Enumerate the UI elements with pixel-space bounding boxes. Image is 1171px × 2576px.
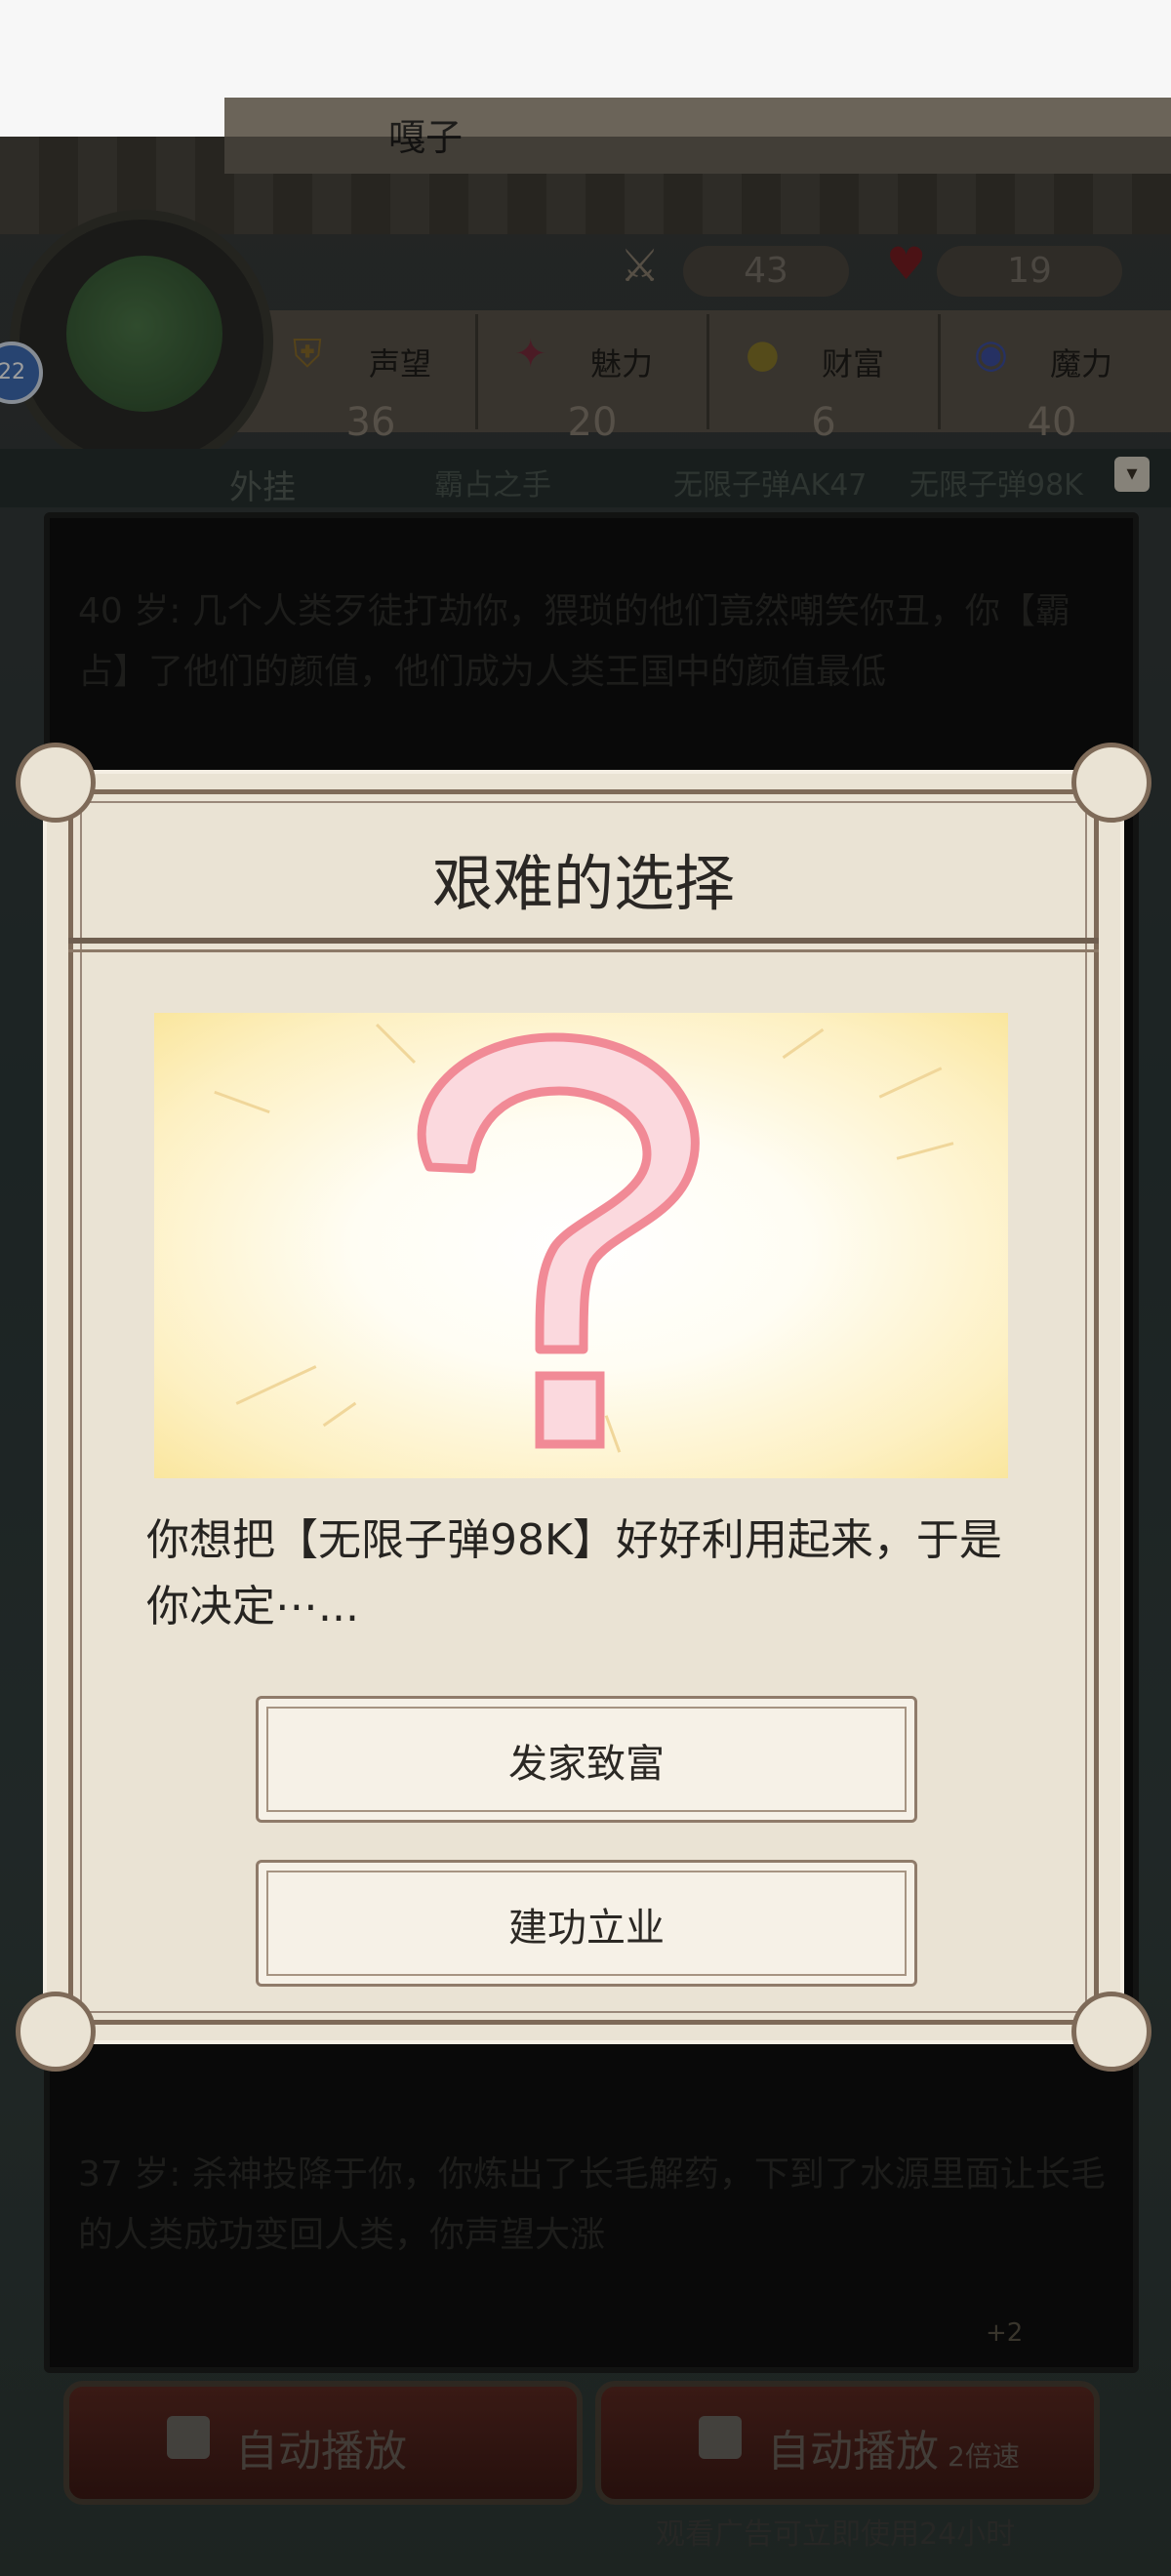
choice-button-wealth[interactable]: 发家致富 (256, 1696, 917, 1823)
corner-ornament (1071, 1992, 1151, 2072)
choice-dialog: 艰难的选择 你想把【无限子弹98K】好好利用起来，于是你决定⋯... 发家致富 … (16, 743, 1151, 2072)
title-divider (68, 949, 1099, 952)
title-divider (68, 938, 1099, 944)
corner-ornament (16, 1992, 96, 2072)
choice-label: 发家致富 (508, 1742, 665, 1787)
choice-label: 建功立业 (508, 1906, 665, 1951)
choice-button-merit[interactable]: 建功立业 (256, 1860, 917, 1987)
question-mark-icon (417, 1032, 700, 1449)
event-description: 你想把【无限子弹98K】好好利用起来，于是你决定⋯... (146, 1515, 1002, 1631)
event-illustration (154, 1013, 1008, 1478)
corner-ornament (1071, 743, 1151, 823)
dialog-title: 艰难的选择 (431, 848, 735, 919)
corner-ornament (16, 743, 96, 823)
